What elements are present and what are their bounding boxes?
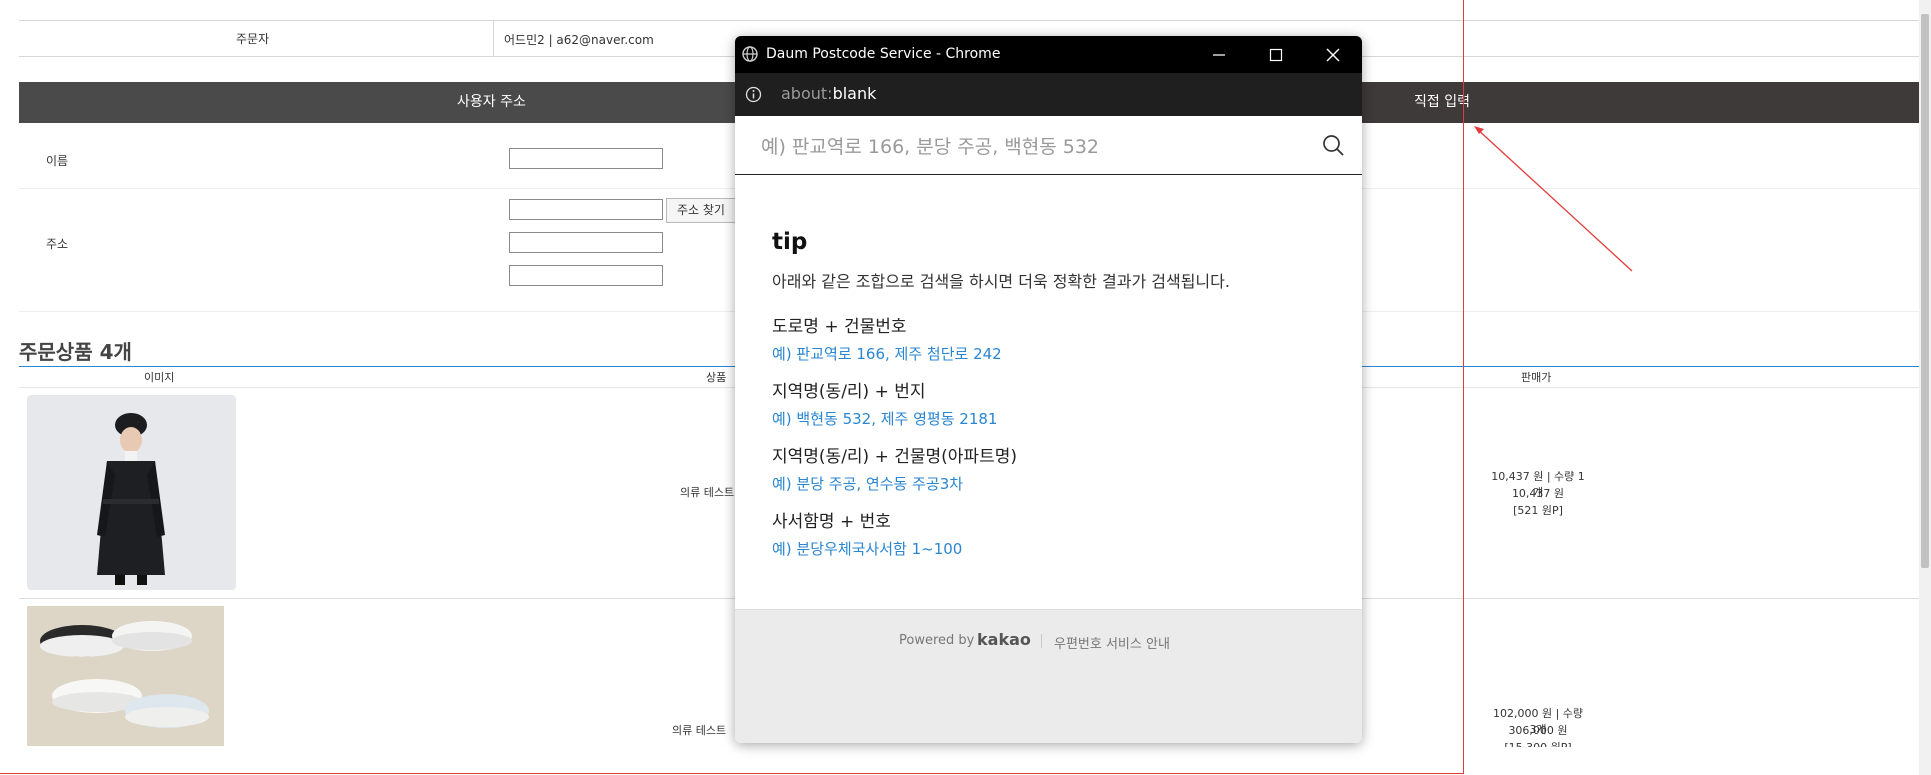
maximize-icon[interactable] <box>1269 48 1283 62</box>
tip-example-lot: 예) 백현동 532, 제주 영평동 2181 <box>772 410 998 428</box>
popup-address-bar[interactable]: about:blank <box>735 73 1362 116</box>
tip-heading-pobox: 사서함명 + 번호 <box>772 512 891 532</box>
column-price: 판매가 <box>1521 371 1552 384</box>
popup-url-prefix: about: <box>781 84 833 103</box>
product-price-1-line3: [521 원P] <box>1513 504 1563 517</box>
popup-window-title: Daum Postcode Service - Chrome <box>766 46 1001 62</box>
site-info-icon[interactable] <box>745 86 762 103</box>
postcode-service-guide-link[interactable]: 우편번호 서비스 안내 <box>1054 633 1170 652</box>
footer-separator <box>1041 634 1042 648</box>
popup-url-page: blank <box>832 84 877 103</box>
close-icon[interactable] <box>1326 48 1340 62</box>
kakao-logo[interactable]: kakao <box>977 630 1031 649</box>
product-price-1-line2: 10,437 원 <box>1511 487 1565 500</box>
tip-description: 아래와 같은 조합으로 검색을 하시면 더욱 정확한 결과가 검색됩니다. <box>772 272 1230 291</box>
product-price-2-line2: 306,000 원 <box>1508 724 1568 737</box>
popup-url: about:blank <box>781 84 876 103</box>
minimize-icon[interactable] <box>1212 48 1226 62</box>
tip-heading-building: 지역명(동/리) + 건물명(아파트명) <box>772 447 1017 467</box>
annotation-arrow <box>1474 126 1633 272</box>
postcode-search-input[interactable]: 예) 판교역로 166, 분당 주공, 백현동 532 <box>761 132 1099 159</box>
product-price-2-line3: [15,300 원P] <box>1488 739 1588 747</box>
tip-example-building: 예) 분당 주공, 연수동 주공3차 <box>772 475 964 493</box>
footer-powered-by: Powered by <box>899 633 975 648</box>
tip-heading-road: 도로명 + 건물번호 <box>772 317 907 337</box>
popup-footer: Powered by kakao 우편번호 서비스 안내 <box>735 609 1362 743</box>
page-scrollbar-thumb[interactable] <box>1921 14 1929 568</box>
globe-icon <box>742 46 758 62</box>
tip-example-pobox: 예) 분당우체국사서함 1~100 <box>772 540 963 558</box>
tip-title: tip <box>772 229 808 255</box>
search-icon[interactable] <box>1322 134 1345 157</box>
postcode-search-box[interactable]: 예) 판교역로 166, 분당 주공, 백현동 532 <box>735 116 1362 175</box>
tip-heading-lot: 지역명(동/리) + 번지 <box>772 382 926 402</box>
popup-title-bar[interactable]: Daum Postcode Service - Chrome <box>735 36 1362 73</box>
postcode-popup-window: Daum Postcode Service - Chrome about:bla… <box>735 36 1362 743</box>
tip-example-road: 예) 판교역로 166, 제주 첨단로 242 <box>772 345 1002 363</box>
